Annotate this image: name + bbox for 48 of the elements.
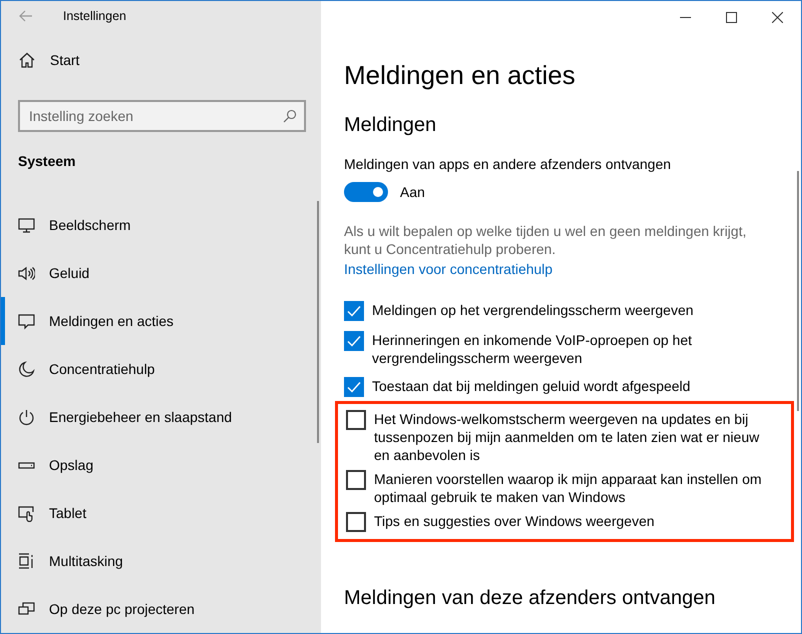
checkbox[interactable] — [344, 301, 364, 321]
page-title: Meldingen en acties — [344, 59, 576, 92]
sidebar-item[interactable]: Concentratiehulp — [1, 345, 321, 393]
home-link[interactable]: Start — [50, 52, 80, 68]
monitor-icon — [18, 216, 35, 234]
sidebar-item[interactable]: Op deze pc projecteren — [1, 585, 321, 633]
window-title: Instellingen — [63, 8, 126, 23]
checkbox[interactable] — [344, 377, 364, 397]
checkbox-label: Tips en suggesties over Windows weergeven — [374, 512, 656, 530]
checkbox-label: Herinneringen en inkomende VoIP-oproepen op het vergrendelingsscherm weergeven — [372, 331, 693, 367]
sidebar-item[interactable]: Tablet — [1, 489, 321, 537]
checkbox[interactable] — [346, 470, 366, 490]
sidebar-item[interactable]: Multitasking — [1, 537, 321, 585]
section-heading: Meldingen — [344, 113, 438, 138]
sidebar-item[interactable]: Meldingen en acties — [1, 297, 321, 345]
checkbox[interactable] — [346, 512, 366, 532]
home-icon — [19, 52, 35, 68]
toggle-state: Aan — [400, 184, 425, 200]
toggle-switch[interactable] — [344, 182, 388, 202]
checkbox-label: Het Windows-welkomstscherm weergeven na updates en bij tussenpozen bij mijn aanmelden om te laten zien wat er nieuw en aanbevolen is — [374, 410, 760, 464]
checkbox[interactable] — [344, 331, 364, 351]
description: Als u wilt bepalen op welke tijden u wel en geen meldingen krijgt, kunt u Concentratiehulp proberen. — [344, 222, 748, 258]
search-field[interactable]: Instelling zoeken — [18, 100, 306, 132]
back-arrow-icon[interactable] — [19, 10, 33, 22]
multitasking-icon — [18, 552, 35, 570]
tablet-icon — [18, 504, 35, 522]
moon-icon — [18, 360, 35, 378]
section-heading: Meldingen van deze afzenders ontvangen — [344, 586, 716, 611]
checkbox-label: Toestaan dat bij meldingen geluid wordt afgespeeld — [372, 377, 692, 395]
sidebar-item[interactable]: Beeldscherm — [1, 201, 321, 249]
section-heading: Systeem — [18, 153, 77, 169]
checkbox[interactable] — [346, 410, 366, 430]
checkbox-label: Meldingen op het vergrendelingsscherm weergeven — [372, 301, 694, 319]
sidebar-item[interactable]: Opslag — [1, 441, 321, 489]
sidebar-item[interactable]: Energiebeheer en slaapstand — [1, 393, 321, 441]
speaker-icon — [18, 264, 35, 282]
close-icon[interactable] — [772, 12, 783, 23]
maximize-icon[interactable] — [726, 12, 737, 23]
checkbox-label: Manieren voorstellen waarop ik mijn apparaat kan instellen om optimaal gebruik te maken van Windows — [374, 470, 763, 506]
power-icon — [18, 408, 35, 426]
search-icon — [283, 109, 297, 123]
sidebar-item[interactable]: Geluid — [1, 249, 321, 297]
focus-settings-link[interactable]: Instellingen voor concentratiehulp — [344, 261, 801, 277]
speech-bubble-icon — [18, 312, 35, 330]
toggle-label: Meldingen van apps en andere afzenders ontvangen — [344, 156, 672, 172]
scrollbar[interactable] — [797, 171, 799, 411]
projector-icon — [18, 600, 35, 618]
scrollbar[interactable] — [317, 201, 319, 443]
